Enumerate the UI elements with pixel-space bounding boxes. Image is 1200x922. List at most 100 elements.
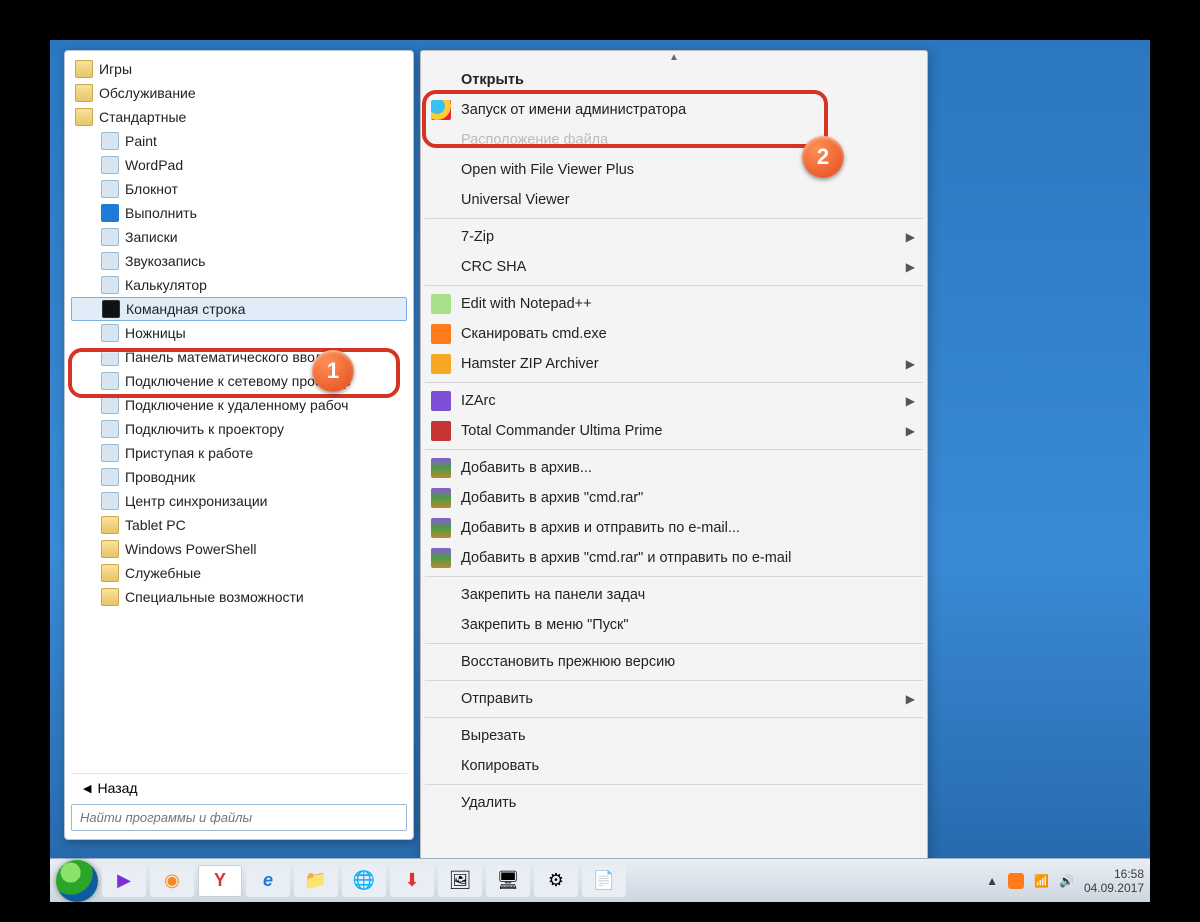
context-item[interactable]: IZArc▶ xyxy=(423,386,925,416)
app-label: Записки xyxy=(125,229,178,245)
annotation-ring-2 xyxy=(422,90,828,148)
app-label: Звукозапись xyxy=(125,253,205,269)
start-folder[interactable]: Обслуживание xyxy=(71,81,407,105)
tray-app-icon[interactable] xyxy=(1008,873,1024,889)
folder-label: Обслуживание xyxy=(99,85,196,101)
app-icon xyxy=(102,300,120,318)
taskbar-app-icon[interactable]: 🌐 xyxy=(342,865,386,897)
start-button[interactable] xyxy=(56,860,98,902)
app-icon xyxy=(101,180,119,198)
context-item[interactable]: Universal Viewer xyxy=(423,185,925,215)
submenu-chevron-icon: ▶ xyxy=(906,394,915,408)
taskbar-app-icon[interactable]: ▶ xyxy=(102,865,146,897)
menu-separator xyxy=(425,680,923,681)
start-item[interactable]: WordPad xyxy=(71,153,407,177)
submenu-chevron-icon: ▶ xyxy=(906,692,915,706)
context-item-label: Закрепить на панели задач xyxy=(461,587,915,603)
context-item-label: Добавить в архив "cmd.rar" xyxy=(461,490,915,506)
context-item[interactable]: Добавить в архив... xyxy=(423,453,925,483)
context-item[interactable]: CRC SHA▶ xyxy=(423,252,925,282)
blank-icon xyxy=(431,160,451,180)
context-item[interactable]: Восстановить прежнюю версию xyxy=(423,647,925,677)
start-item[interactable]: Приступая к работе xyxy=(71,441,407,465)
tray-volume-icon[interactable]: 🔊 xyxy=(1059,874,1074,888)
back-button[interactable]: ◀ Назад xyxy=(71,773,407,796)
start-item[interactable]: Звукозапись xyxy=(71,249,407,273)
start-item[interactable]: Калькулятор xyxy=(71,273,407,297)
start-item[interactable]: Записки xyxy=(71,225,407,249)
start-folder[interactable]: Tablet PC xyxy=(71,513,407,537)
folder-icon xyxy=(101,564,119,582)
context-item[interactable]: Закрепить на панели задач xyxy=(423,580,925,610)
start-folder[interactable]: Специальные возможности xyxy=(71,585,407,609)
context-item[interactable]: Отправить▶ xyxy=(423,684,925,714)
start-folder[interactable]: Игры xyxy=(71,57,407,81)
tc-ico-icon xyxy=(431,421,451,441)
scroll-up-icon[interactable]: ▲ xyxy=(421,51,927,65)
taskbar-app-icon[interactable]: ⚙ xyxy=(534,865,578,897)
start-item-command-prompt[interactable]: Командная строка xyxy=(71,297,407,321)
taskbar-app-icon[interactable]: 🖼 xyxy=(438,865,482,897)
start-item[interactable]: Выполнить xyxy=(71,201,407,225)
tray-network-icon[interactable]: 📶 xyxy=(1034,874,1049,888)
start-folder[interactable]: Служебные xyxy=(71,561,407,585)
taskbar-clock[interactable]: 16:58 04.09.2017 xyxy=(1084,867,1144,895)
context-item-label: Universal Viewer xyxy=(461,192,915,208)
menu-separator xyxy=(425,643,923,644)
taskbar-app-icon[interactable]: 📁 xyxy=(294,865,338,897)
start-item[interactable]: Проводник xyxy=(71,465,407,489)
start-item[interactable]: Центр синхронизации xyxy=(71,489,407,513)
rar-ico-icon xyxy=(431,518,451,538)
folder-label: Tablet PC xyxy=(125,517,186,533)
app-icon xyxy=(101,444,119,462)
context-item-label: Edit with Notepad++ xyxy=(461,296,915,312)
tray-show-hidden-icon[interactable]: ▲ xyxy=(986,874,998,888)
context-item[interactable]: Total Commander Ultima Prime▶ xyxy=(423,416,925,446)
taskbar-app-icon[interactable]: ◉ xyxy=(150,865,194,897)
context-item[interactable]: Добавить в архив "cmd.rar" xyxy=(423,483,925,513)
context-item[interactable]: Вырезать xyxy=(423,721,925,751)
search-input[interactable] xyxy=(71,804,407,831)
context-item[interactable]: Закрепить в меню "Пуск" xyxy=(423,610,925,640)
program-list: Игры Обслуживание Стандартные PaintWordP… xyxy=(71,57,407,769)
annotation-badge-2: 2 xyxy=(802,136,844,178)
taskbar-app-icon[interactable]: e xyxy=(246,865,290,897)
context-item[interactable]: Добавить в архив "cmd.rar" и отправить п… xyxy=(423,543,925,573)
app-icon xyxy=(101,132,119,150)
app-label: Проводник xyxy=(125,469,195,485)
app-icon xyxy=(101,420,119,438)
app-icon xyxy=(101,156,119,174)
context-item-label: Сканировать cmd.exe xyxy=(461,326,915,342)
context-item[interactable]: Удалить xyxy=(423,788,925,818)
hamster-ico-icon xyxy=(431,354,451,374)
app-label: Блокнот xyxy=(125,181,178,197)
folder-label: Специальные возможности xyxy=(125,589,304,605)
start-folder[interactable]: Стандартные xyxy=(71,105,407,129)
taskbar-app-icon[interactable]: 🖥 xyxy=(486,865,530,897)
menu-separator xyxy=(425,382,923,383)
start-item[interactable]: Блокнот xyxy=(71,177,407,201)
context-item[interactable]: 7-Zip▶ xyxy=(423,222,925,252)
folder-icon xyxy=(75,108,93,126)
context-item[interactable]: Добавить в архив и отправить по e-mail..… xyxy=(423,513,925,543)
context-item[interactable]: Копировать xyxy=(423,751,925,781)
context-item-label: Open with File Viewer Plus xyxy=(461,162,915,178)
context-item[interactable]: Hamster ZIP Archiver▶ xyxy=(423,349,925,379)
context-item[interactable]: Сканировать cmd.exe xyxy=(423,319,925,349)
start-folder[interactable]: Windows PowerShell xyxy=(71,537,407,561)
badge-number: 2 xyxy=(817,144,829,170)
rar-ico-icon xyxy=(431,488,451,508)
start-item[interactable]: Paint xyxy=(71,129,407,153)
taskbar-app-icon[interactable]: 📄 xyxy=(582,865,626,897)
context-item-label: Копировать xyxy=(461,758,915,774)
start-item[interactable]: Ножницы xyxy=(71,321,407,345)
app-icon xyxy=(101,396,119,414)
blank-icon xyxy=(431,70,451,90)
context-item[interactable]: Open with File Viewer Plus xyxy=(423,155,925,185)
taskbar-app-icon[interactable]: Y xyxy=(198,865,242,897)
blank-icon xyxy=(431,257,451,277)
start-item[interactable]: Подключить к проектору xyxy=(71,417,407,441)
context-item-label: Hamster ZIP Archiver xyxy=(461,356,896,372)
taskbar-app-icon[interactable]: ⬇ xyxy=(390,865,434,897)
context-item[interactable]: Edit with Notepad++ xyxy=(423,289,925,319)
